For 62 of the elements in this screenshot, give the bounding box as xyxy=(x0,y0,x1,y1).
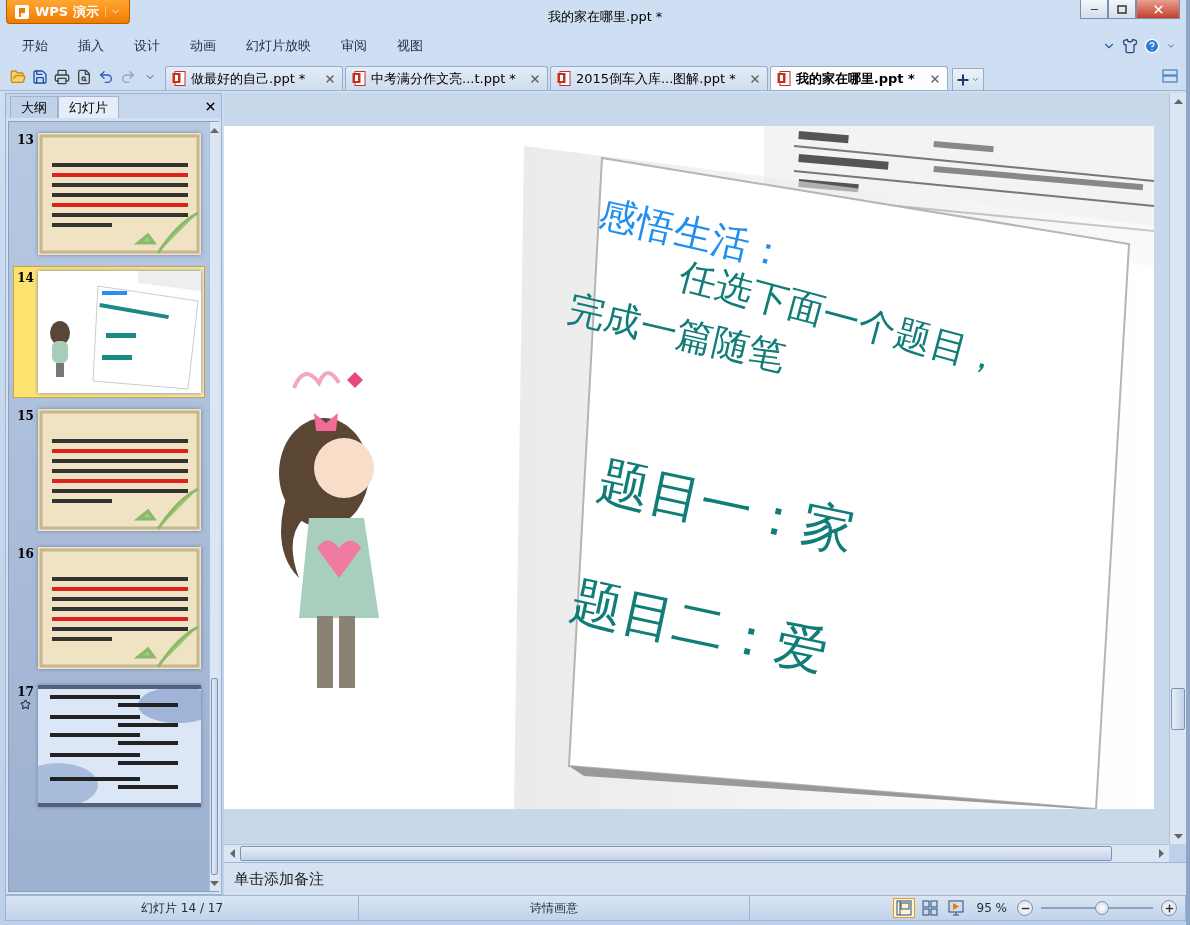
save-button[interactable] xyxy=(30,67,49,87)
slide-number: 17 xyxy=(17,685,34,699)
menu-item[interactable]: 开始 xyxy=(22,37,48,55)
menu-item[interactable]: 幻灯片放映 xyxy=(246,37,311,55)
minimize-button[interactable] xyxy=(1080,0,1108,19)
menu-item[interactable]: 插入 xyxy=(78,37,104,55)
slide-thumbnail-item[interactable]: 15 xyxy=(13,404,205,536)
view-button[interactable] xyxy=(892,898,915,918)
close-tab-icon[interactable] xyxy=(324,72,336,85)
window-layout-icon[interactable] xyxy=(1162,69,1178,83)
scrollbar-thumb[interactable] xyxy=(240,846,1112,861)
slide-number: 16 xyxy=(17,547,34,561)
document-tab[interactable]: 做最好的自己.ppt * xyxy=(165,66,343,90)
plus-icon xyxy=(1163,902,1175,914)
restore-button[interactable] xyxy=(1108,0,1136,19)
close-tab-icon[interactable] xyxy=(748,72,761,85)
slide-thumbnail-item[interactable]: 14 xyxy=(13,266,205,398)
scrollbar-thumb[interactable] xyxy=(211,678,218,875)
help-icon[interactable] xyxy=(1144,38,1160,54)
document-icon xyxy=(776,71,791,86)
close-button[interactable] xyxy=(1136,0,1180,19)
document-icon xyxy=(172,71,186,86)
document-icon xyxy=(556,71,571,86)
document-tab[interactable]: 我的家在哪里.ppt * xyxy=(769,66,948,90)
menu-item[interactable]: 视图 xyxy=(397,37,423,55)
shirt-icon[interactable] xyxy=(1122,38,1138,54)
normal-view-icon xyxy=(895,900,912,916)
close-tab-icon[interactable] xyxy=(528,72,541,85)
panel-tab[interactable]: 大纲 xyxy=(10,96,58,118)
menu-item[interactable]: 动画 xyxy=(190,37,216,55)
slide-count: 幻灯片 14 / 17 xyxy=(141,899,223,917)
plus-icon xyxy=(954,71,971,88)
theme-name: 诗情画意 xyxy=(530,899,578,917)
document-icon xyxy=(352,71,366,86)
panel-tab[interactable]: 幻灯片 xyxy=(58,96,119,118)
scrollbar-thumb[interactable] xyxy=(1171,687,1185,730)
slide-thumbnail-item[interactable]: 16 xyxy=(13,542,205,674)
close-icon xyxy=(1151,2,1165,16)
zoom-out-button[interactable] xyxy=(1017,900,1033,916)
grid-icon xyxy=(921,900,938,916)
notes-placeholder[interactable]: 单击添加备注 xyxy=(234,869,324,889)
slide-number: 14 xyxy=(17,271,34,285)
document-tab[interactable]: 2015倒车入库...图解.ppt * xyxy=(549,66,768,90)
menu-item[interactable]: 设计 xyxy=(134,37,160,55)
menu-item[interactable]: 审阅 xyxy=(341,37,367,55)
print-button[interactable] xyxy=(52,67,71,87)
zoom-percent: 95 % xyxy=(976,901,1007,915)
restore-icon xyxy=(1117,4,1127,14)
close-tab-icon[interactable] xyxy=(928,72,941,85)
logo-icon xyxy=(15,4,29,19)
slide-number: 15 xyxy=(17,409,34,423)
slideshow-icon xyxy=(947,900,964,916)
slide-thumbnail-item[interactable]: 17 xyxy=(13,680,205,812)
slide-number: 13 xyxy=(17,133,34,147)
slider-thumb[interactable] xyxy=(1095,901,1109,915)
caret-icon xyxy=(970,75,980,84)
document-tab[interactable]: 中考满分作文亮...t.ppt * xyxy=(345,66,548,90)
zoom-in-button[interactable] xyxy=(1161,900,1177,916)
new-tab-button[interactable] xyxy=(951,68,984,90)
window-title: 我的家在哪里.ppt * xyxy=(548,8,663,26)
slide-thumbnail-item[interactable]: 13 xyxy=(13,128,205,260)
caret-icon[interactable] xyxy=(1166,41,1176,51)
